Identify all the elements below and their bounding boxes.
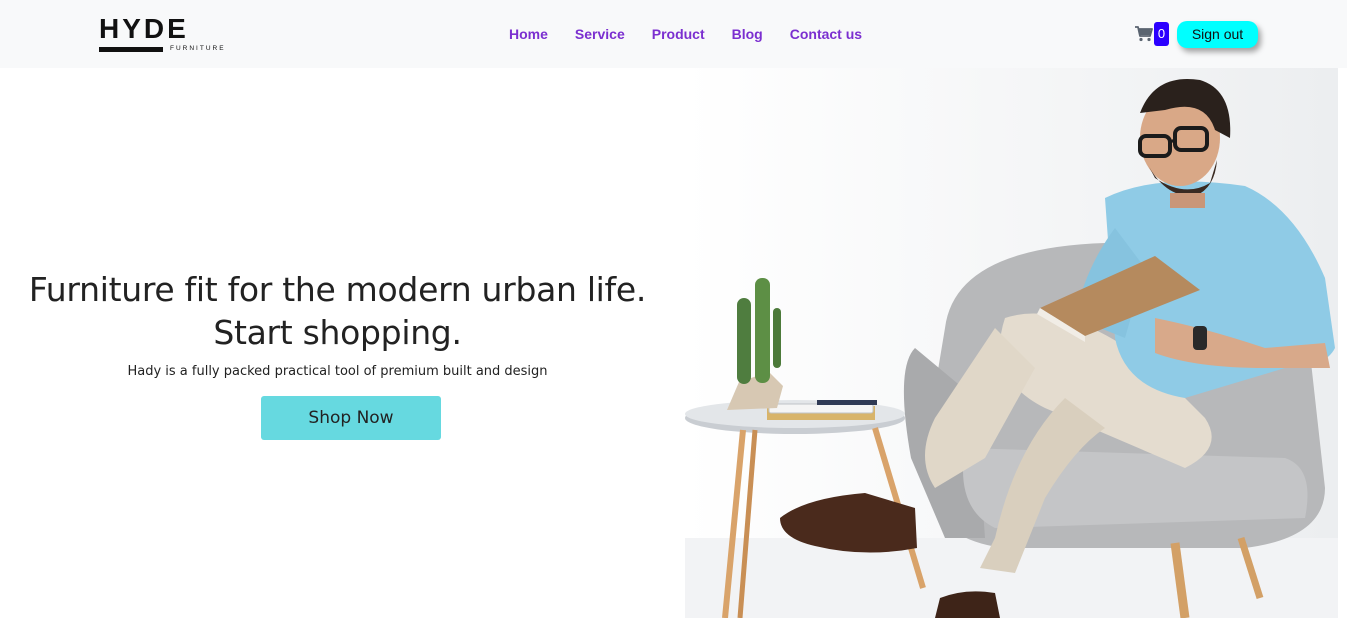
hero-photo-illustration [685,68,1338,618]
nav-link-contact[interactable]: Contact us [790,24,862,46]
cart-button[interactable]: 0 [1135,22,1169,46]
brand-sub: FURNITURE [170,45,226,52]
logo-underline [99,47,163,52]
hero-title-line2: Start shopping. [213,313,462,352]
main-nav: Home Service Product Blog Contact us [509,24,889,46]
hero-title-line1: Furniture fit for the modern urban life. [28,270,647,309]
shop-now-button[interactable]: Shop Now [261,396,441,440]
nav-link-product[interactable]: Product [652,24,705,46]
hero-text: Furniture fit for the modern urban life.… [0,268,675,379]
hero-title: Furniture fit for the modern urban life.… [0,268,675,354]
cart-count-badge: 0 [1154,22,1169,46]
nav-link-service[interactable]: Service [575,24,625,46]
brand-logo[interactable]: HYDE FURNITURE [99,14,229,56]
nav-link-blog[interactable]: Blog [732,24,763,46]
hero-subtitle: Hady is a fully packed practical tool of… [127,364,548,379]
shopping-cart-icon [1135,26,1153,42]
sign-out-button[interactable]: Sign out [1177,21,1258,48]
navbar: HYDE FURNITURE Home Service Product Blog… [0,0,1347,68]
hero-image [685,68,1338,618]
nav-link-home[interactable]: Home [509,24,548,46]
brand-name: HYDE [99,13,189,44]
